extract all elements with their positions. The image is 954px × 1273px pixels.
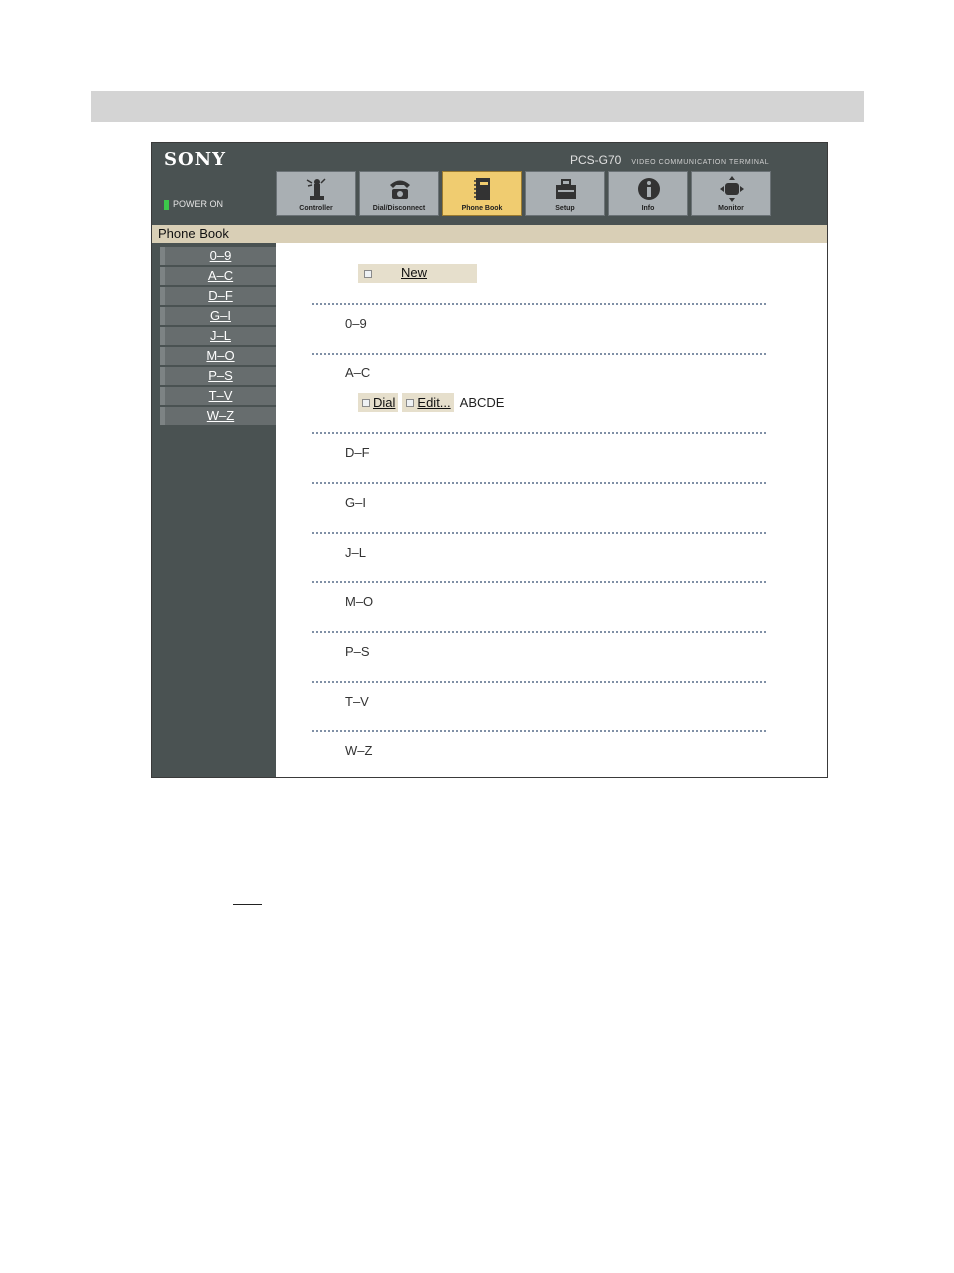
- tab-label: Monitor: [718, 205, 744, 212]
- model-name: PCS-G70: [570, 153, 622, 167]
- phone-book-entry: Dial Edit... ABCDE: [358, 393, 504, 413]
- group-heading-t-v: T–V: [345, 694, 369, 709]
- separator: [312, 532, 766, 534]
- sidebar-item-w-z[interactable]: W–Z: [160, 407, 276, 425]
- sidebar-item-label: W–Z: [206, 408, 235, 423]
- sidebar-item-label: D–F: [208, 288, 233, 303]
- new-entry-button[interactable]: New: [358, 264, 477, 283]
- group-heading-d-f: D–F: [345, 445, 370, 460]
- sidebar-item-m-o[interactable]: M–O: [160, 347, 276, 365]
- edit-button[interactable]: Edit...: [402, 393, 454, 412]
- separator: [312, 303, 766, 305]
- monitor-arrows-icon: [720, 176, 744, 202]
- section-title-bar: Phone Book: [152, 225, 827, 243]
- entry-name: ABCDE: [459, 395, 505, 410]
- tab-monitor[interactable]: Monitor: [691, 171, 771, 216]
- sidebar-item-j-l[interactable]: J–L: [160, 327, 276, 345]
- model-title: PCS-G70 VIDEO COMMUNICATION TERMINAL: [570, 153, 769, 167]
- sidebar-item-label: M–O: [206, 348, 235, 363]
- section-title: Phone Book: [158, 226, 229, 241]
- sidebar-item-label: G–I: [210, 308, 231, 323]
- power-status: POWER ON: [173, 199, 224, 209]
- info-icon: [638, 178, 660, 200]
- tab-label: Info: [641, 205, 655, 212]
- top-gray-bar: [91, 91, 864, 122]
- toolbox-icon: [556, 179, 576, 199]
- separator: [312, 353, 766, 355]
- separator: [312, 681, 766, 683]
- sidebar-item-d-f[interactable]: D–F: [160, 287, 276, 305]
- phone-book-icon: [474, 178, 490, 200]
- sidebar: 0–9 A–C D–F G–I J–L M–O P–S T–V W–Z: [152, 243, 276, 777]
- sidebar-item-0-9[interactable]: 0–9: [160, 247, 276, 265]
- sidebar-item-label: J–L: [210, 328, 231, 343]
- separator: [312, 730, 766, 732]
- group-heading-g-i: G–I: [345, 495, 366, 510]
- group-heading-p-s: P–S: [345, 644, 370, 659]
- separator: [312, 432, 766, 434]
- tab-label: Phone Book: [461, 205, 503, 212]
- underline-mark: [233, 904, 262, 905]
- model-subtitle: VIDEO COMMUNICATION TERMINAL: [631, 159, 770, 166]
- tab-label: Controller: [299, 205, 333, 212]
- separator: [312, 631, 766, 633]
- separator: [312, 581, 766, 583]
- separator: [312, 482, 766, 484]
- sidebar-item-label: 0–9: [209, 248, 232, 263]
- group-heading-m-o: M–O: [345, 594, 374, 609]
- edit-label: Edit...: [417, 395, 451, 410]
- group-heading-w-z: W–Z: [345, 743, 373, 758]
- tab-dial-disconnect[interactable]: Dial/Disconnect: [359, 171, 439, 216]
- group-heading-j-l: J–L: [345, 545, 366, 560]
- tab-phone-book[interactable]: Phone Book: [442, 171, 522, 216]
- sony-logo: SONY: [164, 149, 226, 170]
- sidebar-item-g-i[interactable]: G–I: [160, 307, 276, 325]
- dial-label: Dial: [373, 395, 396, 410]
- header: SONY PCS-G70 VIDEO COMMUNICATION TERMINAL…: [152, 143, 827, 225]
- checkbox-icon: [406, 398, 415, 407]
- power-led-icon: [164, 199, 169, 210]
- sidebar-item-a-c[interactable]: A–C: [160, 267, 276, 285]
- tab-setup[interactable]: Setup: [525, 171, 605, 216]
- group-heading-a-c: A–C: [345, 365, 371, 380]
- tab-info[interactable]: Info: [608, 171, 688, 216]
- tab-label: Dial/Disconnect: [372, 205, 426, 212]
- sidebar-item-label: P–S: [208, 368, 233, 383]
- power-indicator: POWER ON: [164, 199, 223, 210]
- tab-controller[interactable]: Controller: [276, 171, 356, 216]
- telephone-icon: [390, 180, 410, 199]
- app-window: SONY PCS-G70 VIDEO COMMUNICATION TERMINAL…: [151, 142, 828, 778]
- controller-icon: [306, 178, 326, 200]
- phone-book-content: New 0–9 A–C Dial Edit... ABCDE D–F G–I J–L…: [276, 243, 827, 777]
- sidebar-item-label: A–C: [207, 268, 234, 283]
- sidebar-item-t-v[interactable]: T–V: [160, 387, 276, 405]
- dial-button[interactable]: Dial: [358, 393, 399, 412]
- checkbox-icon: [362, 398, 370, 407]
- group-heading-0-9: 0–9: [345, 316, 367, 331]
- new-entry-label: New: [401, 265, 428, 280]
- sidebar-item-p-s[interactable]: P–S: [160, 367, 276, 385]
- sidebar-item-label: T–V: [208, 388, 233, 403]
- tab-label: Setup: [555, 205, 575, 212]
- checkbox-icon: [364, 270, 372, 278]
